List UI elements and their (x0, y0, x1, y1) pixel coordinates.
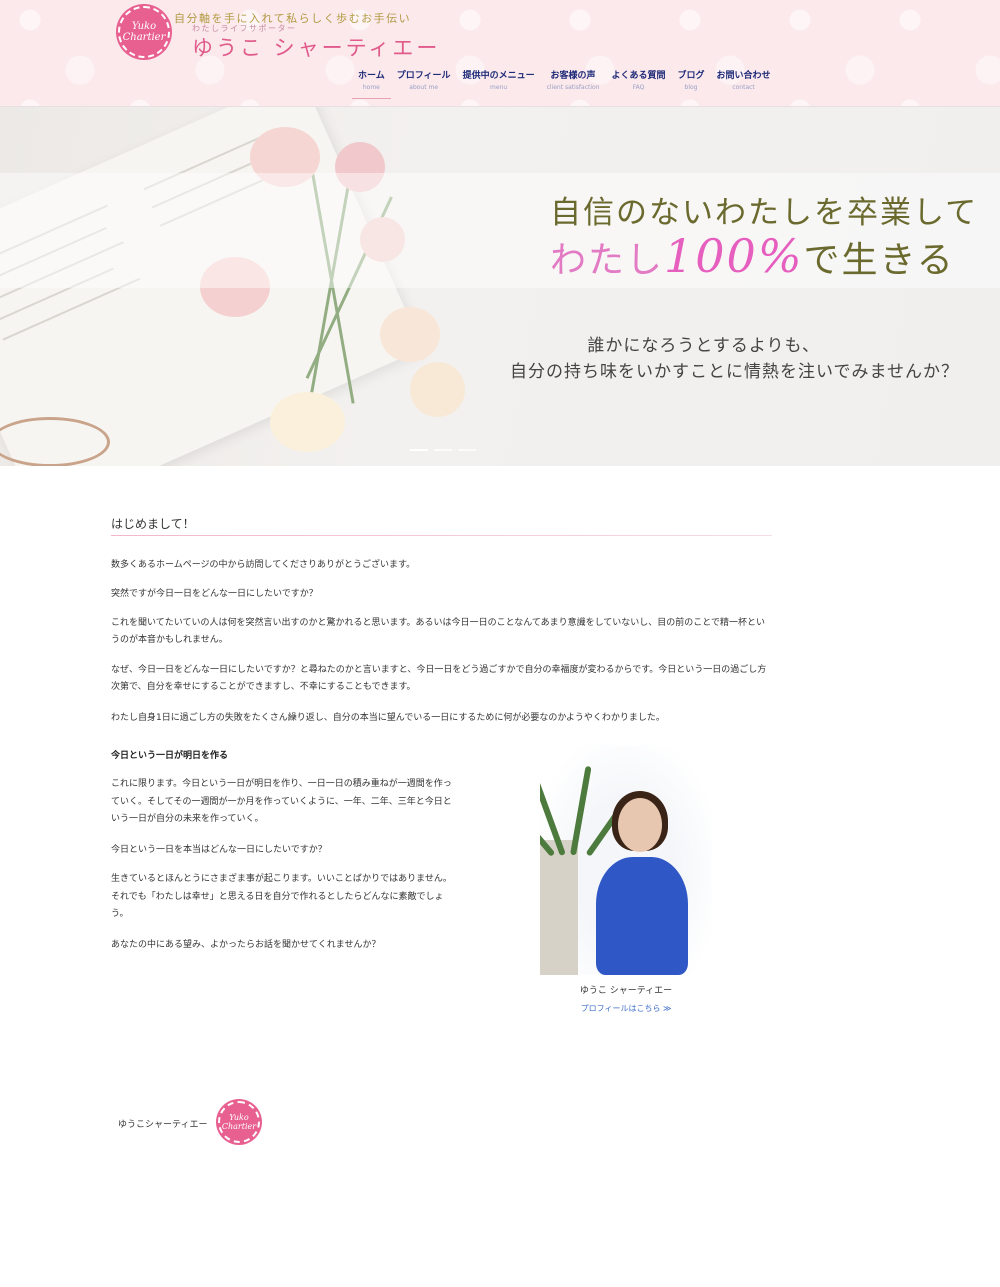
nav-sublabel: contact (732, 84, 755, 91)
paragraph: わたし自身1日に過ごし方の失敗をたくさん繰り返し、自分の本当に望んでいる一日にす… (111, 713, 665, 723)
nav-label: お客様の声 (550, 71, 596, 81)
paragraph: 突然ですが今日一日をどんな一日にしたいですか？ (111, 589, 318, 599)
nav-item-menu[interactable]: 提供中のメニュー menu (457, 68, 541, 99)
hero-glasses-image (0, 417, 110, 466)
nav-sublabel: blog (684, 84, 698, 91)
nav-sublabel: client satisfaction (546, 84, 600, 91)
profile-photo (540, 745, 712, 975)
hero-headline-1: 自信のないわたしを卒業して (550, 195, 979, 231)
hero-headline-2: わたし100%で生きる (550, 229, 955, 283)
paragraph: 数多くあるホームページの中から訪問してくださりありがとうございます。 (111, 560, 416, 570)
slider-dot[interactable] (458, 449, 476, 451)
main-nav: ホーム home プロフィール about me 提供中のメニュー menu お… (352, 68, 777, 99)
nav-label: ブログ (677, 71, 705, 81)
hero-headline-2c: で生きる (803, 240, 955, 281)
subheading: 今日という一日が明日を作る (111, 751, 229, 761)
nav-label: 提供中のメニュー (462, 71, 535, 81)
paragraph: 今日という一日を本当はどんな一日にしたいですか？ (111, 845, 327, 855)
nav-item-blog[interactable]: ブログ blog (672, 68, 711, 99)
paragraph: なぜ、今日一日をどんな一日にしたいですか？と尋ねたのかと言いますと、今日一日をど… (111, 665, 767, 692)
nav-item-faq[interactable]: よくある質問 FAQ (606, 68, 672, 99)
site-header: Yuko Chartier 自分軸を手に入れて私らしく歩むお手伝い わたしライフ… (0, 0, 1000, 107)
photo-caption: ゆうこ シャーティエー (579, 986, 673, 996)
nav-item-profile[interactable]: プロフィール about me (391, 68, 457, 99)
hero-subtext-2: 自分の持ち味をいかすことに情熱を注いでみませんか？ (510, 362, 959, 382)
nav-item-home[interactable]: ホーム home (352, 68, 391, 99)
footer-site-name: ゆうこシャーティエー (118, 1120, 208, 1130)
paragraph: これを聞いてたいていの人は何を突然言い出すのかと驚かれると思います。あるいは今日… (111, 618, 766, 645)
logo-badge[interactable]: Yuko Chartier (118, 6, 170, 58)
nav-sublabel: about me (409, 84, 439, 91)
slider-dot[interactable] (410, 449, 428, 451)
paragraph: あなたの中にある望み、よかったらお話を聞かせてくれませんか？ (111, 940, 381, 950)
nav-item-testimonials[interactable]: お客様の声 client satisfaction (541, 68, 606, 99)
nav-label: ホーム (358, 71, 385, 81)
hero-headline-2a: わたし (550, 240, 665, 281)
nav-item-contact[interactable]: お問い合わせ contact (711, 68, 777, 99)
slider-dot[interactable] (434, 449, 452, 451)
paragraph: 生きているとほんとうにさまざま事が起こります。いいことばかりではありません。それ… (111, 874, 452, 919)
nav-sublabel: FAQ (632, 84, 645, 91)
paragraph: これに限ります。今日という一日が明日を作り、一日一日の積み重ねが一週間を作ってい… (111, 779, 452, 824)
nav-label: お問い合わせ (716, 71, 771, 81)
hero-headline-2b: 100% (664, 229, 804, 283)
flower-image (410, 362, 465, 417)
site-name[interactable]: ゆうこ シャーティエー (192, 32, 440, 62)
hero-subtext-1: 誰かになろうとするよりも、 (587, 336, 820, 356)
profile-link[interactable]: プロフィールはこちら ≫ (540, 1003, 712, 1014)
nav-sublabel: menu (489, 84, 508, 91)
hero-slider[interactable]: 自信のないわたしを卒業して わたし100%で生きる 誰かになろうとするよりも、 … (0, 107, 1000, 466)
nav-label: よくある質問 (611, 71, 666, 81)
nav-sublabel: home (362, 84, 380, 91)
flower-image (270, 392, 345, 452)
slider-pagination (410, 449, 476, 451)
nav-label: プロフィール (396, 71, 451, 81)
footer-logo-badge[interactable]: Yuko Chartier (218, 1101, 260, 1143)
section-divider (111, 535, 772, 536)
section-title: はじめまして！ (111, 517, 195, 531)
